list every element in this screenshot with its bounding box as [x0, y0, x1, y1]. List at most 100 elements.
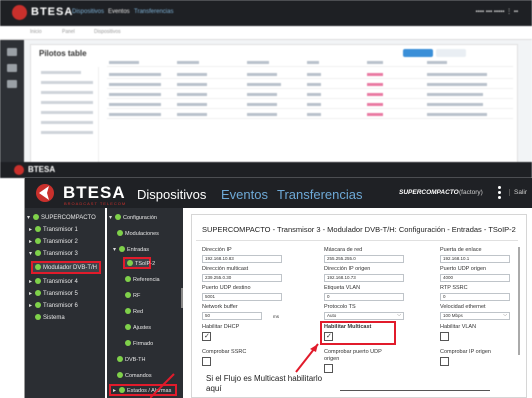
nav-transferencias[interactable]: Transferencias: [277, 187, 363, 202]
source-port-input[interactable]: 4000: [440, 274, 510, 282]
mask-input[interactable]: 255.255.255.0: [324, 255, 404, 263]
tree-item-transmisor-3[interactable]: ▾ Transmisor 3: [29, 250, 78, 261]
ts-protocol-select[interactable]: Auto: [324, 312, 404, 320]
multicast-address-label: Dirección multicast: [202, 266, 249, 272]
status-ok-icon: [119, 387, 125, 393]
bg-side-icon[interactable]: [7, 64, 17, 72]
check-ssrc-checkbox[interactable]: [202, 357, 211, 366]
tree-item-modulador-dvb-th[interactable]: Modulador DVB-T/H: [31, 261, 101, 274]
more-menu-icon[interactable]: [498, 186, 501, 199]
vlan-tag-input[interactable]: 0: [324, 293, 404, 301]
tree-item-supercompacto[interactable]: ▾ SUPERCOMPACTO: [27, 214, 96, 225]
bg-crumb-3[interactable]: Dispositivos: [94, 29, 121, 35]
multicast-enable-checkbox[interactable]: [324, 332, 333, 341]
dest-port-input[interactable]: 5001: [202, 293, 282, 301]
status-ok-icon: [119, 246, 125, 252]
rtp-ssrc-input[interactable]: 0: [440, 293, 510, 301]
multicast-address-input[interactable]: 239.255.0.30: [202, 274, 282, 282]
tree-item-label: Transmisor 1: [43, 227, 78, 233]
device-mode: (factory): [459, 189, 483, 196]
annotation-text: Si el Flujo es Multicast habilitarlo aqu…: [206, 374, 338, 394]
tree-item-transmisor-6[interactable]: ▸ Transmisor 6: [29, 302, 78, 313]
ip-input[interactable]: 192.168.10.83: [202, 255, 282, 263]
config-panel: SUPERCOMPACTO - Transmisor 3 - Modulador…: [191, 214, 527, 398]
tree-item-transmisor-2[interactable]: ▸ Transmisor 2: [29, 238, 78, 249]
tree-item-transmisor-5[interactable]: ▸ Transmisor 5: [29, 290, 78, 301]
subtree-item-modulaciones[interactable]: Modulaciones: [117, 230, 159, 240]
config-panel-scrollbar[interactable]: [518, 247, 520, 355]
bg-nav-transfers[interactable]: Transferencias: [134, 9, 173, 15]
subtree-label: Estados / Alarmas: [127, 388, 172, 394]
subtree-item-firmado[interactable]: Firmado: [125, 340, 153, 350]
subtree-item-ajustes[interactable]: Ajustes: [125, 324, 151, 334]
logout-link[interactable]: Salir: [509, 189, 527, 196]
bg-nav-devices[interactable]: Dispositivos: [72, 9, 104, 15]
check-source-ip-checkbox[interactable]: [440, 357, 449, 366]
ethernet-speed-select[interactable]: 100 Mbps: [440, 312, 510, 320]
subtree-item-tsoip-2[interactable]: TSoIP-2: [123, 257, 155, 269]
bg-secondary-button[interactable]: [436, 49, 466, 57]
bg-table-row[interactable]: [107, 101, 513, 109]
subtree-item-configuracion[interactable]: ▾ Configuración: [109, 214, 157, 224]
bg-crumb-1[interactable]: Inicio: [30, 29, 42, 35]
bg-nav-events[interactable]: Eventos: [108, 9, 130, 15]
background-screenshot: BTESA Dispositivos Eventos Transferencia…: [0, 0, 532, 178]
status-ok-icon: [117, 356, 123, 362]
subtree-label: Comandos: [125, 373, 152, 379]
ip-label: Dirección IP: [202, 247, 232, 253]
nav-dispositivos[interactable]: Dispositivos: [137, 187, 206, 202]
tree-item-transmisor-4[interactable]: ▸ Transmisor 4: [29, 278, 78, 289]
check-source-port-label-2: origen: [324, 356, 340, 362]
subtree-item-rf[interactable]: RF: [125, 292, 140, 302]
bg-table-row[interactable]: [107, 71, 513, 79]
status-ok-icon: [35, 238, 41, 244]
subtree-item-referencia[interactable]: Referencia: [125, 276, 160, 286]
subtree-item-entradas[interactable]: ▾ Entradas: [113, 246, 149, 256]
subtree-label: Ajustes: [133, 325, 152, 331]
source-ip-input[interactable]: 192.168.10.73: [324, 274, 404, 282]
check-source-ip-label: Comprobar IP origen: [440, 349, 491, 355]
source-ip-label: Dirección IP origen: [324, 266, 371, 272]
vlan-enable-checkbox[interactable]: [440, 332, 449, 341]
tree-item-label: Sistema: [43, 315, 65, 321]
brand-subtitle: BROADCAST TELECOM: [64, 201, 127, 206]
config-tree-scrollbar[interactable]: [181, 288, 183, 308]
tree-item-transmisor-1[interactable]: ▸ Transmisor 1: [29, 226, 78, 237]
btesa-logo-icon: [36, 184, 54, 202]
bg-footer-brand: BTESA: [28, 165, 56, 174]
status-ok-icon: [35, 250, 41, 256]
gateway-input[interactable]: 192.168.10.1: [440, 255, 510, 263]
device-tree: ▾ SUPERCOMPACTO ▸ Transmisor 1 ▸ Transmisor…: [25, 208, 105, 398]
bg-brand: BTESA: [31, 6, 74, 18]
check-ssrc-label: Comprobar SSRC: [202, 349, 247, 355]
dest-port-label: Puerto UDP destino: [202, 285, 251, 291]
status-ok-icon: [35, 314, 41, 320]
subtree-label: Entradas: [127, 247, 150, 253]
bg-side-icon[interactable]: [7, 80, 17, 88]
tree-item-sistema[interactable]: Sistema: [35, 314, 65, 325]
status-ok-icon: [35, 264, 41, 270]
vlan-enable-label: Habilitar VLAN: [440, 324, 477, 330]
status-ok-icon: [35, 278, 41, 284]
bg-crumb-2[interactable]: Panel: [62, 29, 75, 35]
subtree-item-comandos[interactable]: Comandos: [117, 372, 152, 382]
bg-primary-button[interactable]: [403, 49, 433, 57]
status-ok-icon: [115, 214, 121, 220]
bg-table-row[interactable]: [107, 81, 513, 89]
ts-protocol-label: Protocolo TS: [324, 304, 356, 310]
bg-logo-icon: [12, 5, 27, 20]
tree-item-label: Transmisor 6: [43, 303, 78, 309]
subtree-label: Modulaciones: [125, 231, 159, 237]
subtree-item-dvb-th[interactable]: DVB-TH: [117, 356, 145, 366]
bg-sidebar: [0, 40, 24, 178]
bg-table-row[interactable]: [107, 111, 513, 119]
bg-side-icon[interactable]: [7, 48, 17, 56]
network-buffer-input[interactable]: 50: [202, 312, 262, 320]
bg-table-row[interactable]: [107, 91, 513, 99]
subtree-item-red[interactable]: Red: [125, 308, 143, 318]
subtree-item-estados-alarmas[interactable]: ▸ Estados / Alarmas: [109, 384, 177, 396]
tree-item-label: Modulador DVB-T/H: [43, 265, 98, 271]
nav-eventos[interactable]: Eventos: [221, 187, 268, 202]
dhcp-checkbox[interactable]: [202, 332, 211, 341]
check-source-port-checkbox[interactable]: [324, 364, 333, 373]
